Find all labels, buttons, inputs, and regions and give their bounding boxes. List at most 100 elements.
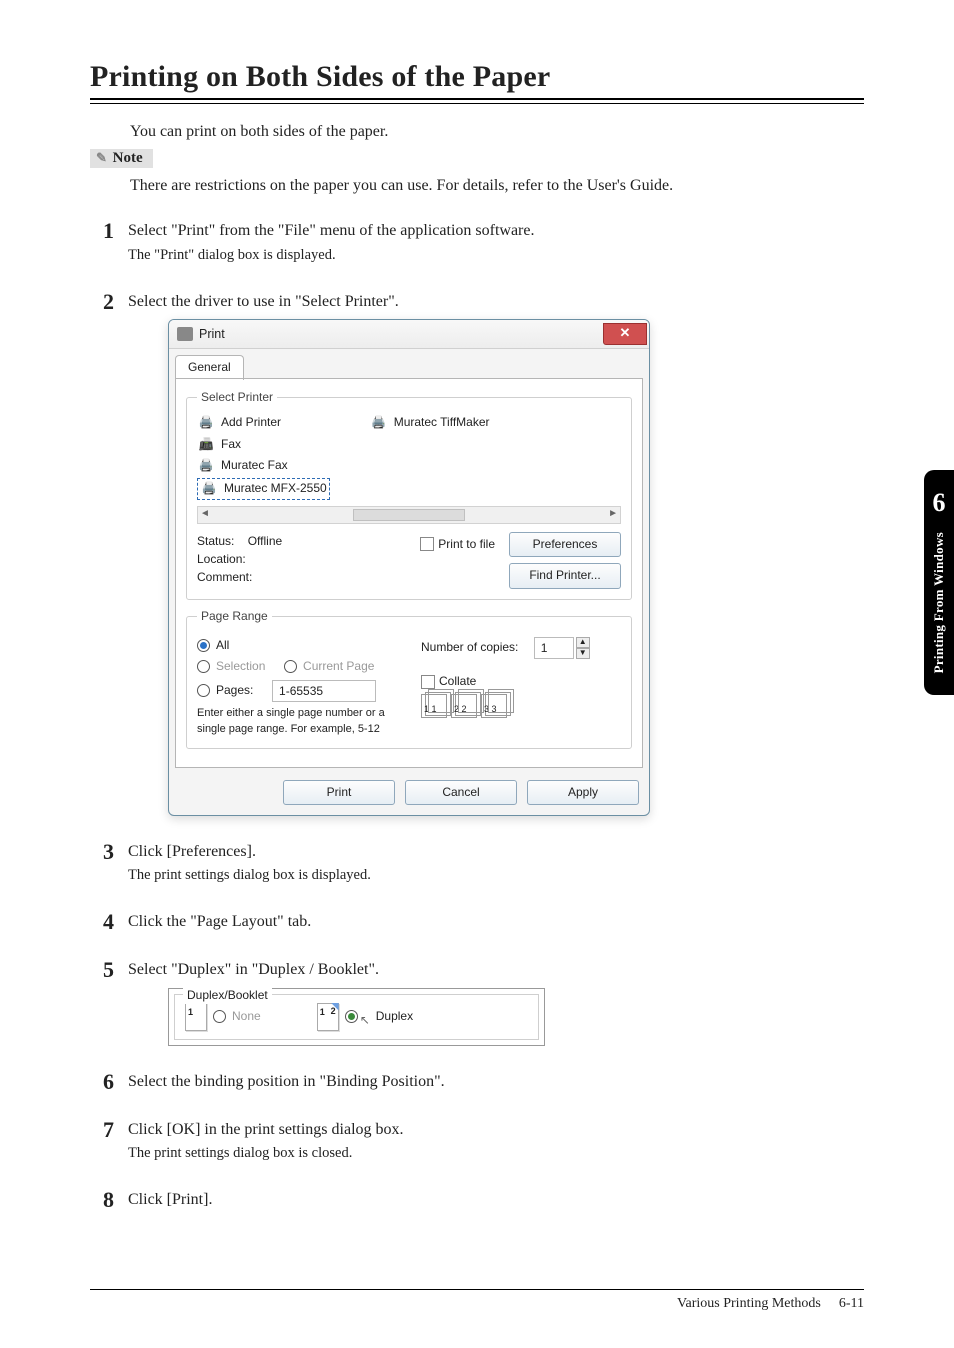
step-3-text: Click [Preferences]. — [128, 840, 371, 863]
radio-dot-pages — [197, 684, 210, 697]
collate-box — [421, 675, 435, 689]
step-5-text: Select "Duplex" in "Duplex / Booklet". — [128, 958, 545, 981]
cursor-icon: ↖ — [360, 1012, 370, 1029]
intro-text: You can print on both sides of the paper… — [130, 120, 864, 143]
step-2-text: Select the driver to use in "Select Prin… — [128, 290, 650, 313]
print-dialog: Print ✕ General Select Printer — [168, 319, 650, 816]
printer-tiffmaker[interactable]: 🖨️ Muratec TiffMaker — [370, 414, 490, 431]
step-number-3: 3 — [90, 840, 114, 886]
print-to-file-checkbox[interactable]: Print to file — [420, 536, 495, 553]
duplex-opt-none[interactable]: 1 None — [185, 1003, 261, 1031]
add-printer-label: Add Printer — [221, 414, 281, 431]
page-range-legend: Page Range — [197, 608, 272, 625]
note-badge: ✎ Note — [90, 149, 153, 168]
print-to-file-label: Print to file — [438, 536, 495, 553]
radio-dot-selection — [197, 660, 210, 673]
step-7-text: Click [OK] in the print settings dialog … — [128, 1118, 404, 1141]
note-text: There are restrictions on the paper you … — [130, 174, 864, 197]
collate-checkbox[interactable]: Collate — [421, 673, 621, 690]
close-button[interactable]: ✕ — [603, 323, 647, 345]
collate-illustration: 1 1 2 2 3 3 — [421, 694, 621, 718]
printer-list-scrollbar[interactable]: ◄ ► — [197, 506, 621, 524]
footer-section: Various Printing Methods — [677, 1296, 821, 1312]
step-number-2: 2 — [90, 290, 114, 816]
printer-muratec-fax[interactable]: 🖨️ Muratec Fax — [197, 457, 330, 474]
scroll-right-icon: ► — [608, 507, 618, 522]
chapter-side-tab: 6 Printing From Windows — [924, 470, 954, 695]
duplex-booklet-panel: Duplex/Booklet 1 None 1 2 — [168, 988, 545, 1046]
radio-pages[interactable]: Pages: — [216, 682, 253, 699]
muratec-fax-icon: 🖨️ — [197, 457, 215, 474]
duplex-legend: Duplex/Booklet — [183, 987, 272, 1004]
step-1-sub: The "Print" dialog box is displayed. — [128, 245, 534, 266]
collate-stack-2: 2 2 — [451, 694, 477, 718]
step-1-text: Select "Print" from the "File" menu of t… — [128, 219, 534, 242]
pages-hint: Enter either a single page number or a s… — [197, 706, 397, 738]
printer-add-printer[interactable]: 🖨️ Add Printer — [197, 414, 330, 431]
tab-general[interactable]: General — [175, 355, 244, 379]
fax-icon: 📠 — [197, 436, 215, 453]
group-select-printer: Select Printer 🖨️ Add Printer 📠 — [186, 389, 632, 600]
radio-current-page[interactable]: Current Page — [303, 658, 374, 675]
radio-dot-currentpage — [284, 660, 297, 673]
step-4-text: Click the "Page Layout" tab. — [128, 910, 311, 933]
title-bar: Print ✕ — [169, 320, 649, 349]
none-label: None — [232, 1008, 261, 1025]
printer-fax[interactable]: 📠 Fax — [197, 436, 330, 453]
print-button[interactable]: Print — [283, 780, 395, 805]
duplex-opt-duplex[interactable]: 1 2 ↖ Duplex — [317, 1003, 413, 1031]
comment-label: Comment: — [197, 568, 282, 586]
muratec-fax-label: Muratec Fax — [221, 457, 288, 474]
radio-all[interactable]: All — [197, 637, 397, 654]
tiffmaker-label: Muratec TiffMaker — [394, 414, 490, 431]
step-3-sub: The print settings dialog box is display… — [128, 865, 371, 886]
printer-icon — [177, 327, 193, 341]
radio-dot-none — [213, 1010, 226, 1023]
duplex-label: Duplex — [376, 1008, 413, 1025]
note-label: Note — [113, 150, 143, 166]
page-mini-duplex: 1 2 — [317, 1003, 339, 1031]
spin-down-icon[interactable]: ▼ — [576, 648, 590, 659]
tiffmaker-icon: 🖨️ — [370, 414, 388, 431]
tab-strip: General — [169, 349, 649, 379]
page-mini-none: 1 — [185, 1003, 207, 1031]
scroll-left-icon: ◄ — [200, 507, 210, 522]
page-heading: Printing on Both Sides of the Paper — [90, 60, 864, 94]
add-printer-icon: 🖨️ — [197, 414, 215, 431]
status-value: Offline — [248, 534, 282, 548]
step-number-1: 1 — [90, 219, 114, 265]
collate-stack-1: 1 1 — [421, 694, 447, 718]
step-8-text: Click [Print]. — [128, 1188, 212, 1211]
chapter-number: 6 — [933, 488, 946, 518]
preferences-button[interactable]: Preferences — [509, 532, 621, 557]
step-number-5: 5 — [90, 958, 114, 1045]
chapter-label: Printing From Windows — [931, 532, 947, 673]
step-number-8: 8 — [90, 1188, 114, 1212]
scroll-thumb[interactable] — [353, 509, 465, 521]
group-page-range: Page Range All Selection — [186, 608, 632, 749]
spin-up-icon[interactable]: ▲ — [576, 637, 590, 648]
muratec-mfx-label: Muratec MFX-2550 — [224, 480, 327, 497]
pencil-icon: ✎ — [96, 150, 107, 165]
num-copies-label: Number of copies: — [421, 639, 518, 656]
step-number-6: 6 — [90, 1070, 114, 1094]
cancel-button[interactable]: Cancel — [405, 780, 517, 805]
step-number-7: 7 — [90, 1118, 114, 1164]
dialog-title: Print — [199, 325, 225, 343]
heading-rule — [90, 98, 864, 104]
num-copies-spinner[interactable]: 1 ▲ ▼ — [534, 637, 590, 659]
radio-selection[interactable]: Selection — [216, 658, 265, 675]
fax-label: Fax — [221, 436, 241, 453]
printer-muratec-mfx-selected[interactable]: 🖨️ Muratec MFX-2550 — [197, 478, 330, 499]
collate-label: Collate — [439, 673, 476, 690]
apply-button[interactable]: Apply — [527, 780, 639, 805]
step-7-sub: The print settings dialog box is closed. — [128, 1143, 404, 1164]
page-footer: Various Printing Methods 6-11 — [90, 1289, 864, 1312]
select-printer-legend: Select Printer — [197, 389, 277, 406]
pages-input[interactable]: 1-65535 — [272, 680, 376, 702]
checkbox-box — [420, 537, 434, 551]
radio-dot-duplex — [345, 1010, 358, 1023]
location-label: Location: — [197, 550, 282, 568]
radio-dot-all — [197, 639, 210, 652]
find-printer-button[interactable]: Find Printer... — [509, 563, 621, 588]
